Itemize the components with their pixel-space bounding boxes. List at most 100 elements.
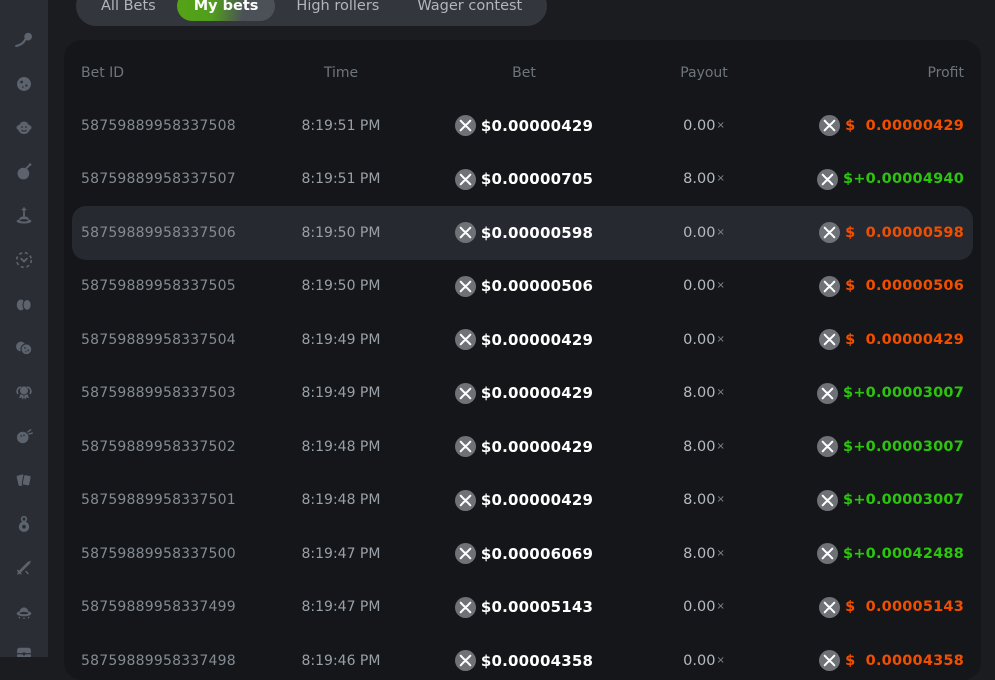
bowling-ball-icon[interactable]	[13, 425, 35, 447]
profit-cell: $ 0.00005143	[771, 597, 964, 618]
cards-icon[interactable]	[13, 469, 35, 491]
bet-amount-cell: $0.00000429	[411, 329, 637, 350]
eggs-icon[interactable]	[13, 293, 35, 315]
payout-cell: 8.00×	[637, 171, 771, 187]
bet-id: 58759889958337504	[81, 332, 271, 348]
bet-id: 58759889958337503	[81, 385, 271, 401]
bet-amount: $0.00000705	[481, 170, 593, 188]
payout-multiplier: 8.00	[683, 492, 715, 508]
table-row[interactable]: 58759889958337501 8:19:48 PM $0.00000429…	[81, 474, 964, 528]
payout-cell: 8.00×	[637, 546, 771, 562]
payout-cell: 8.00×	[637, 439, 771, 455]
xrp-coin-icon	[817, 490, 838, 511]
xrp-coin-icon	[819, 222, 840, 243]
profit-amount: $+0.00003007	[843, 385, 964, 401]
bet-amount: $0.00004358	[481, 652, 593, 670]
payout-cell: 8.00×	[637, 385, 771, 401]
bet-id: 58759889958337507	[81, 171, 271, 187]
chest-icon[interactable]	[13, 645, 35, 657]
xrp-coin-icon	[455, 543, 476, 564]
payout-cell: 0.00×	[637, 332, 771, 348]
sword-icon[interactable]	[13, 557, 35, 579]
crown-badge-icon[interactable]	[13, 381, 35, 403]
target-icon[interactable]	[13, 249, 35, 271]
bet-id: 58759889958337508	[81, 118, 271, 134]
profit-cell: $+0.00004940	[771, 169, 964, 190]
profit-amount: $ 0.00000598	[845, 225, 964, 241]
multiplier-suffix: ×	[716, 227, 724, 238]
payout-cell: 0.00×	[637, 278, 771, 294]
tab-all-bets[interactable]: All Bets	[84, 0, 173, 21]
table-row[interactable]: 58759889958337504 8:19:49 PM $0.00000429…	[81, 313, 964, 367]
xrp-coin-icon	[817, 543, 838, 564]
xrp-coin-icon	[817, 436, 838, 457]
multiplier-suffix: ×	[716, 387, 724, 398]
profit-amount: $ 0.00000429	[845, 332, 964, 348]
bets-tab-bar: All BetsMy betsHigh rollersWager contest	[76, 0, 547, 26]
table-row[interactable]: 58759889958337506 8:19:50 PM $0.00000598…	[72, 206, 973, 260]
column-header-bet: Bet	[411, 65, 637, 81]
payout-multiplier: 0.00	[683, 332, 715, 348]
xrp-coin-icon	[819, 115, 840, 136]
table-row[interactable]: 58759889958337499 8:19:47 PM $0.00005143…	[81, 581, 964, 635]
table-row[interactable]: 58759889958337500 8:19:47 PM $0.00006069…	[81, 527, 964, 581]
bet-id: 58759889958337501	[81, 492, 271, 508]
profit-amount: $ 0.00000506	[845, 278, 964, 294]
table-row[interactable]: 58759889958337498 8:19:46 PM $0.00004358…	[81, 634, 964, 680]
ufo-icon[interactable]	[13, 601, 35, 623]
fountain-icon[interactable]	[13, 205, 35, 227]
bet-time: 8:19:48 PM	[271, 439, 411, 455]
bet-time: 8:19:49 PM	[271, 332, 411, 348]
profit-amount: $+0.00004940	[843, 171, 964, 187]
profit-amount: $ 0.00000429	[845, 118, 964, 134]
tab-my-bets[interactable]: My bets	[177, 0, 276, 21]
profit-cell: $+0.00003007	[771, 490, 964, 511]
monkey-icon[interactable]	[13, 117, 35, 139]
bet-amount-cell: $0.00000429	[411, 436, 637, 457]
multiplier-suffix: ×	[716, 655, 724, 666]
profit-amount: $ 0.00004358	[845, 653, 964, 669]
bet-amount: $0.00000506	[481, 277, 593, 295]
table-row[interactable]: 58759889958337505 8:19:50 PM $0.00000506…	[81, 260, 964, 314]
bet-amount: $0.00006069	[481, 545, 593, 563]
coins-icon[interactable]	[13, 337, 35, 359]
table-header: Bet IDTimeBetPayoutProfit	[81, 40, 964, 99]
xrp-coin-icon	[817, 169, 838, 190]
xrp-coin-icon	[455, 383, 476, 404]
profit-amount: $+0.00042488	[843, 546, 964, 562]
planet-icon[interactable]	[13, 73, 35, 95]
pendant-icon[interactable]	[13, 513, 35, 535]
bet-time: 8:19:50 PM	[271, 278, 411, 294]
xrp-coin-icon	[455, 490, 476, 511]
profit-amount: $+0.00003007	[843, 492, 964, 508]
bet-time: 8:19:51 PM	[271, 171, 411, 187]
games-sidebar	[0, 0, 48, 657]
payout-multiplier: 8.00	[683, 439, 715, 455]
multiplier-suffix: ×	[716, 601, 724, 612]
profit-cell: $ 0.00000429	[771, 329, 964, 350]
profit-amount: $+0.00003007	[843, 439, 964, 455]
multiplier-suffix: ×	[716, 173, 724, 184]
bet-id: 58759889958337498	[81, 653, 271, 669]
bet-amount-cell: $0.00000429	[411, 383, 637, 404]
table-row[interactable]: 58759889958337502 8:19:48 PM $0.00000429…	[81, 420, 964, 474]
xrp-coin-icon	[455, 276, 476, 297]
bet-amount-cell: $0.00000506	[411, 276, 637, 297]
payout-cell: 0.00×	[637, 599, 771, 615]
table-row[interactable]: 58759889958337508 8:19:51 PM $0.00000429…	[81, 99, 964, 153]
comet-icon[interactable]	[13, 29, 35, 51]
bet-time: 8:19:47 PM	[271, 546, 411, 562]
profit-cell: $ 0.00000506	[771, 276, 964, 297]
bomb-icon[interactable]	[13, 161, 35, 183]
payout-multiplier: 0.00	[683, 118, 715, 134]
table-row[interactable]: 58759889958337507 8:19:51 PM $0.00000705…	[81, 153, 964, 207]
tab-high-rollers[interactable]: High rollers	[279, 0, 396, 21]
profit-cell: $ 0.00004358	[771, 650, 964, 671]
bet-amount-cell: $0.00006069	[411, 543, 637, 564]
table-row[interactable]: 58759889958337503 8:19:49 PM $0.00000429…	[81, 367, 964, 421]
bet-amount: $0.00005143	[481, 598, 593, 616]
xrp-coin-icon	[455, 222, 476, 243]
payout-cell: 0.00×	[637, 653, 771, 669]
column-header-bet-id: Bet ID	[81, 65, 271, 81]
tab-wager-contest[interactable]: Wager contest	[400, 0, 539, 21]
